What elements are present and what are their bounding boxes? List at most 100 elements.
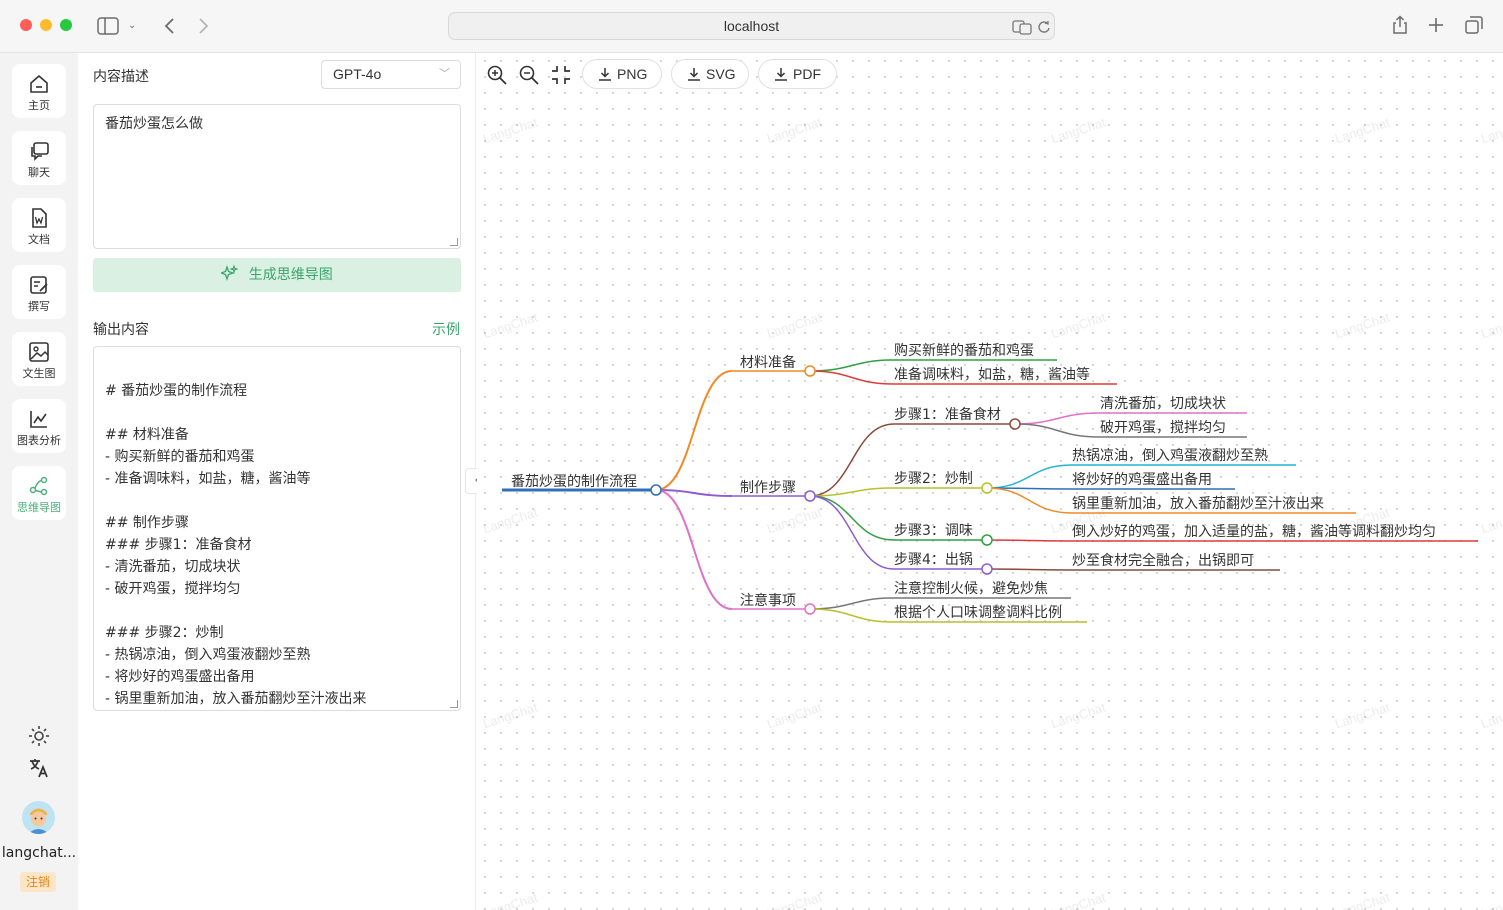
chat-icon [31, 142, 49, 161]
mindmap-connector [655, 370, 733, 491]
mindmap-node-label: 清洗番茄，切成块状 [1100, 395, 1226, 412]
maximize-window-button[interactable] [60, 19, 72, 31]
mindmap-connector [986, 464, 1073, 489]
back-icon[interactable] [163, 17, 175, 35]
mindmap-diagram: 番茄炒蛋的制作流程 材料准备 购买新鲜的番茄和鸡蛋准备调味料，如盐，糖，酱油等制作步… [502, 342, 1478, 623]
document-icon [32, 208, 47, 228]
sidebar-item-label: 思维导图 [17, 501, 61, 514]
mindmap-collapse-toggle [804, 365, 816, 377]
resize-handle[interactable] [450, 238, 458, 246]
model-select-value: GPT-4o [333, 66, 382, 82]
example-link[interactable]: 示例 [432, 319, 460, 339]
mindmap-connector [1014, 412, 1101, 425]
mindmap-node-label: 炒至食材完全融合，出锅即可 [1072, 552, 1254, 569]
sidebar-item-chart-analysis[interactable]: 图表分析 [12, 399, 66, 453]
mindmap-node-label: 制作步骤 [740, 480, 796, 496]
mindmap-connector [809, 597, 895, 610]
sparkle-icon [219, 264, 240, 282]
forward-icon[interactable] [198, 17, 210, 35]
mindmap-node-label: 步骤4：出锅 [894, 552, 973, 568]
mindmap-connector [986, 539, 1073, 542]
url-text: localhost [723, 18, 780, 34]
mindmap-connector [655, 489, 733, 610]
mindmap-connector [1014, 423, 1101, 438]
sidebar-item-mindmap[interactable]: 思维导图 [12, 466, 66, 520]
mindmap-canvas[interactable]: LangChat LangChat LangChat LangChat LangChat… [477, 53, 1503, 910]
sidebar-item-chat[interactable]: 聊天 [12, 131, 66, 185]
mindmap-connector [809, 487, 895, 497]
address-bar[interactable]: localhost [448, 12, 1055, 40]
mindmap-node-label: 材料准备 [740, 354, 796, 371]
app-sidebar: 主页 聊天 文档 撰写 文生图 图表分析 思维导图 langchat... 注销 [0, 53, 78, 910]
model-select[interactable]: GPT-4o ﹀ [321, 60, 461, 89]
mindmap-collapse-toggle [1009, 418, 1021, 430]
output-line: - 准备调味料，如盐，糖，酱油等 [105, 471, 311, 487]
mindmap-node-label: 破开鸡蛋，搅拌均匀 [1100, 419, 1226, 436]
output-line: - 购买新鲜的番茄和鸡蛋 [105, 449, 255, 465]
chart-icon [30, 411, 47, 428]
output-label: 输出内容 [93, 322, 149, 338]
mindmap-node-label: 准备调味料，如盐，糖，酱油等 [894, 366, 1090, 383]
input-panel: 内容描述 GPT-4o ﹀ 番茄炒蛋怎么做 生成思维导图 输出内容 示例 # 番… [78, 53, 476, 910]
mindmap-node-label: 将炒好的鸡蛋盛出备用 [1072, 471, 1212, 488]
mindmap-connector [986, 487, 1073, 514]
mindmap-connector [809, 370, 895, 385]
sidebar-item-text-to-image[interactable]: 文生图 [12, 332, 66, 386]
mindmap-node-label: 步骤1：准备食材 [894, 406, 1001, 423]
output-line: - 破开鸡蛋，搅拌均匀 [105, 581, 241, 597]
theme-toggle-icon[interactable] [27, 724, 51, 748]
sidebar-item-label: 文生图 [22, 367, 56, 380]
output-line: ## 材料准备 [105, 427, 189, 443]
sidebar-item-label: 图表分析 [17, 434, 61, 447]
language-icon[interactable] [27, 756, 51, 780]
mindmap-connector [809, 359, 895, 372]
sidebar-item-docs[interactable]: 文档 [12, 198, 66, 252]
generate-button-label: 生成思维导图 [248, 267, 333, 283]
minimize-window-button[interactable] [40, 19, 52, 31]
sidebar-item-label: 撰写 [28, 300, 50, 313]
output-line: ### 步骤2：炒制 [105, 625, 224, 641]
tab-overview-icon[interactable] [1465, 16, 1483, 34]
mindmap-node-label: 番茄炒蛋的制作流程 [511, 473, 637, 490]
share-icon[interactable] [1391, 15, 1409, 35]
output-line: - 热锅凉油，倒入鸡蛋液翻炒至熟 [105, 647, 311, 663]
mindmap-connector [809, 608, 895, 623]
reload-icon[interactable] [1037, 20, 1051, 34]
mindmap-collapse-toggle [981, 563, 993, 575]
mindmap-node-label: 锅里重新加油，放入番茄翻炒至汁液出来 [1072, 495, 1324, 512]
write-icon [30, 276, 48, 294]
sidebar-item-home[interactable]: 主页 [12, 64, 66, 118]
mindmap-collapse-toggle [804, 603, 816, 615]
description-textarea[interactable]: 番茄炒蛋怎么做 [93, 104, 461, 249]
generate-mindmap-button[interactable]: 生成思维导图 [93, 258, 461, 292]
mindmap-node-label: 步骤3：调味 [894, 523, 973, 539]
mindmap-collapse-toggle [804, 490, 816, 502]
sidebar-item-label: 主页 [28, 99, 50, 112]
logout-button[interactable]: 注销 [20, 872, 56, 892]
mindmap-node-label: 根据个人口味调整调料比例 [894, 605, 1062, 621]
output-line: ## 制作步骤 [105, 515, 189, 531]
mindmap-node-label: 步骤2：炒制 [894, 471, 973, 487]
chevron-down-icon[interactable]: ⌄ [128, 15, 136, 37]
new-tab-icon[interactable] [1428, 17, 1444, 33]
mindmap-connector [809, 495, 895, 570]
output-line: - 锅里重新加油，放入番茄翻炒至汁液出来 [105, 691, 367, 707]
sidebar-item-write[interactable]: 撰写 [12, 265, 66, 319]
resize-handle[interactable] [450, 700, 458, 708]
output-textarea[interactable]: # 番茄炒蛋的制作流程 ## 材料准备 - 购买新鲜的番茄和鸡蛋 - 准备调味料，如盐… [93, 346, 461, 711]
close-window-button[interactable] [20, 19, 32, 31]
mindmap-node-label: 热锅凉油，倒入鸡蛋液翻炒至熟 [1072, 447, 1268, 464]
image-icon [29, 342, 49, 362]
mindmap-node-label: 注意事项 [740, 592, 796, 609]
mindmap-connector [809, 423, 895, 497]
home-icon [30, 75, 48, 93]
avatar[interactable] [22, 801, 55, 834]
description-text: 番茄炒蛋怎么做 [105, 116, 203, 132]
sidebar-toggle-icon[interactable] [97, 17, 119, 35]
mindmap-icon [29, 476, 48, 496]
output-line: - 清洗番茄，切成块状 [105, 559, 241, 575]
translate-icon[interactable] [1012, 19, 1032, 35]
